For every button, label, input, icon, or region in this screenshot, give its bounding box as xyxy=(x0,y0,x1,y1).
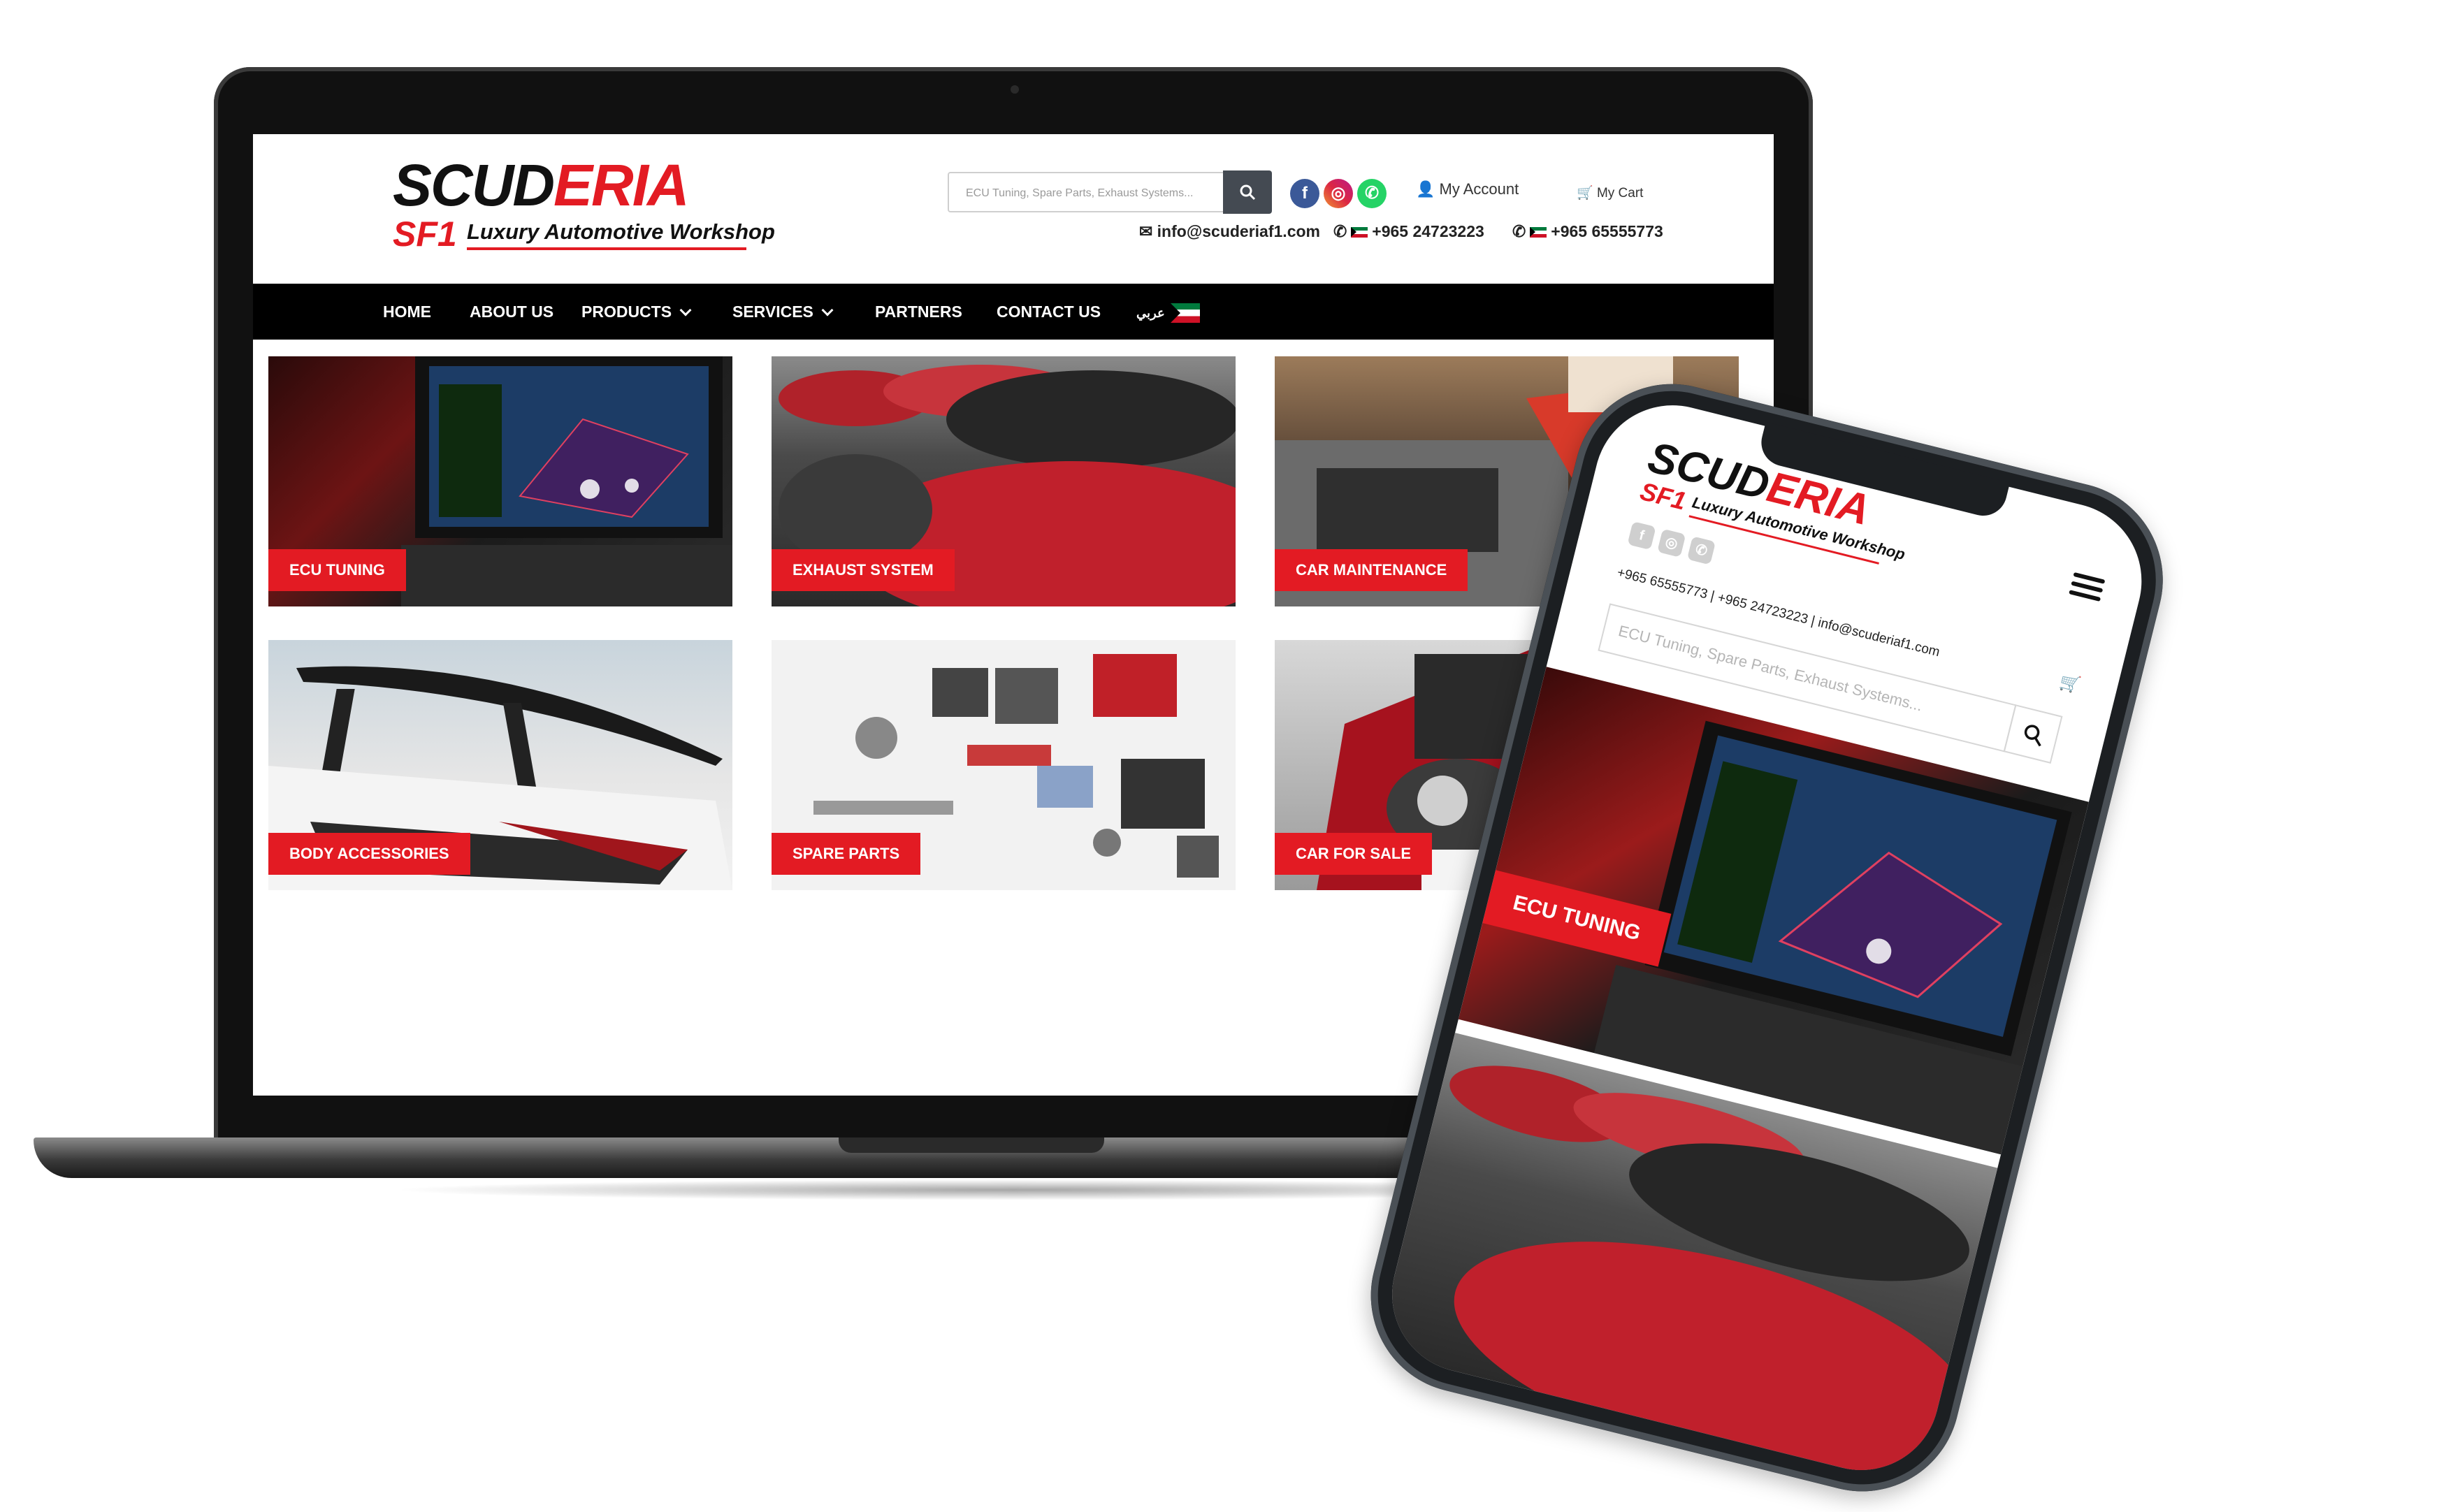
logo-underline xyxy=(467,247,746,250)
logo-sf1: SF1 xyxy=(393,215,457,254)
main-nav: HOME ABOUT US PRODUCTS SERVICES PARTNERS… xyxy=(253,284,1774,340)
tile-label: CAR MAINTENANCE xyxy=(1275,549,1468,591)
nav-services[interactable]: SERVICES xyxy=(732,284,834,340)
tile-label: EXHAUST SYSTEM xyxy=(772,549,955,591)
kuwait-flag-icon xyxy=(1351,227,1368,238)
laptop-notch xyxy=(839,1137,1104,1153)
search-input[interactable]: ECU Tuning, Spare Parts, Exhaust Systems… xyxy=(948,172,1227,212)
search-button[interactable] xyxy=(1223,170,1272,214)
mobile-search-button[interactable] xyxy=(2003,704,2063,764)
instagram-icon[interactable]: ◎ xyxy=(1324,179,1353,208)
chevron-down-icon xyxy=(679,304,692,317)
whatsapp-icon[interactable]: ✆ xyxy=(1686,536,1716,565)
facebook-icon[interactable]: f xyxy=(1627,521,1656,551)
email-link[interactable]: ✉ info@scuderiaf1.com xyxy=(1139,222,1320,241)
language-switch[interactable]: عربي xyxy=(1136,284,1200,340)
whatsapp-icon[interactable]: ✆ xyxy=(1357,179,1387,208)
instagram-icon[interactable]: ◎ xyxy=(1657,528,1686,558)
kuwait-flag-icon xyxy=(1170,303,1200,323)
phone-link-2[interactable]: ✆ +965 65555773 xyxy=(1512,222,1663,241)
phone-icon: ✆ xyxy=(1333,222,1347,240)
user-icon: 👤 xyxy=(1416,180,1435,198)
my-cart-link[interactable]: 🛒 My Cart xyxy=(1577,184,1643,201)
tile-body-accessories[interactable]: BODY ACCESSORIES xyxy=(268,640,732,890)
search-icon xyxy=(2024,725,2041,747)
site-logo[interactable]: SCUDERIA SF1 Luxury Automotive Workshop xyxy=(393,152,775,259)
phone-icon: ✆ xyxy=(1512,222,1526,240)
nav-products[interactable]: PRODUCTS xyxy=(581,284,692,340)
tile-label: BODY ACCESSORIES xyxy=(268,833,470,875)
tile-spare-parts[interactable]: SPARE PARTS xyxy=(772,640,1236,890)
cart-icon[interactable]: 🛒 xyxy=(2057,671,2083,696)
tile-ecu-tuning[interactable]: ECU TUNING xyxy=(268,356,732,606)
chevron-down-icon xyxy=(821,304,834,317)
tile-label: SPARE PARTS xyxy=(772,833,921,875)
site-header: SCUDERIA SF1 Luxury Automotive Workshop … xyxy=(253,134,1774,284)
facebook-icon[interactable]: f xyxy=(1290,179,1319,208)
laptop-camera xyxy=(1011,85,1019,94)
logo-tagline: Luxury Automotive Workshop xyxy=(467,219,775,244)
nav-about-us[interactable]: ABOUT US xyxy=(470,284,553,340)
kuwait-flag-icon xyxy=(1530,227,1547,238)
tile-exhaust-system[interactable]: EXHAUST SYSTEM xyxy=(772,356,1236,606)
envelope-icon: ✉ xyxy=(1139,222,1153,240)
nav-partners[interactable]: PARTNERS xyxy=(875,284,962,340)
hamburger-menu-icon[interactable] xyxy=(2069,572,2106,602)
logo-wordmark: SCUDERIA xyxy=(393,152,690,218)
phone-link-1[interactable]: ✆ +965 24723223 xyxy=(1333,222,1484,241)
cart-icon: 🛒 xyxy=(1577,186,1593,201)
nav-home[interactable]: HOME xyxy=(383,284,431,340)
tile-label: CAR FOR SALE xyxy=(1275,833,1432,875)
nav-contact-us[interactable]: CONTACT US xyxy=(997,284,1101,340)
my-account-link[interactable]: 👤 My Account xyxy=(1416,180,1519,198)
tile-label: ECU TUNING xyxy=(268,549,406,591)
search-icon xyxy=(1240,184,1256,201)
